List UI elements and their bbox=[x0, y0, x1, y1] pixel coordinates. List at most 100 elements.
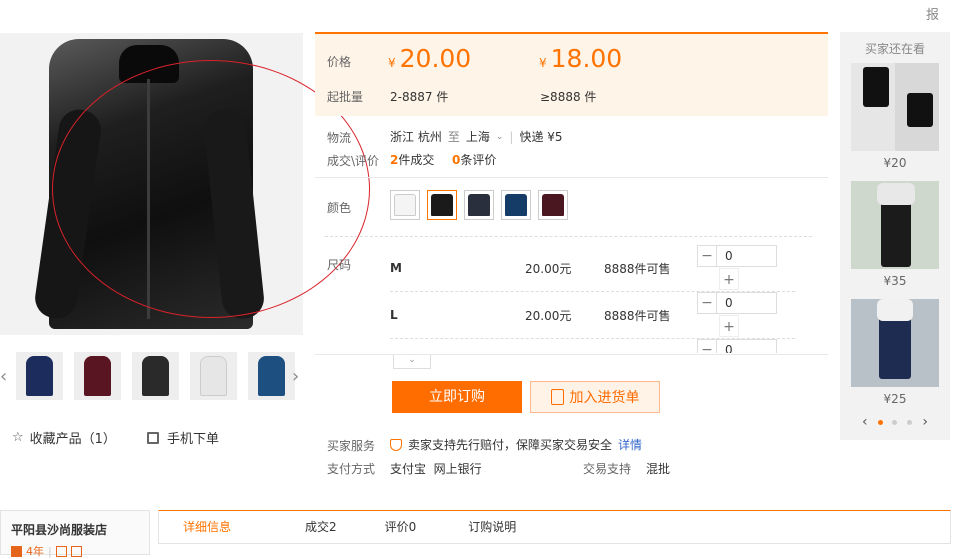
service-info: 卖家支持先行赔付，保障买家交易安全 详情 bbox=[390, 436, 642, 453]
thumbnail-5[interactable] bbox=[248, 352, 295, 400]
sku-stock: 8888件可售 bbox=[604, 261, 671, 276]
add-to-cart-label: 加入进货单 bbox=[569, 390, 640, 406]
expand-toggle[interactable]: ⌄ bbox=[393, 355, 431, 369]
color-swatch-blue[interactable] bbox=[501, 190, 531, 220]
rail-title: 买家还在看 bbox=[864, 42, 925, 56]
divider-line bbox=[315, 354, 828, 355]
thumb-next-icon[interactable]: › bbox=[292, 366, 299, 387]
thumbnail-4[interactable] bbox=[190, 352, 237, 400]
shorts-photo bbox=[863, 67, 889, 107]
quantity-stepper: − bbox=[697, 292, 777, 314]
payment-methods: 支付宝 网上银行 bbox=[390, 462, 482, 476]
star-icon: ☆ bbox=[12, 430, 24, 445]
shipping-fee: 快递 ¥5 bbox=[519, 130, 563, 144]
recommend-price: ¥20 bbox=[883, 156, 907, 170]
swatch-fill bbox=[394, 194, 416, 216]
tab-reviews[interactable]: 评价0 bbox=[377, 511, 455, 543]
divider: | bbox=[48, 544, 52, 558]
add-to-cart-button[interactable]: 加入进货单 bbox=[530, 381, 660, 413]
shirt-photo bbox=[877, 299, 913, 321]
chevron-left-icon[interactable]: ‹ bbox=[862, 414, 868, 430]
recommend-price: ¥35 bbox=[883, 274, 907, 288]
jeans-photo bbox=[879, 317, 911, 379]
pants-photo bbox=[881, 201, 911, 267]
plus-button[interactable]: + bbox=[719, 268, 739, 290]
buy-now-button[interactable]: 立即订购 bbox=[392, 381, 522, 413]
page-dot[interactable] bbox=[892, 419, 898, 425]
recommend-item-3[interactable] bbox=[851, 299, 939, 387]
quantity-stepper: − bbox=[697, 339, 777, 353]
swatch-fill bbox=[468, 194, 490, 216]
sku-size: L bbox=[390, 308, 398, 322]
mobile-order-label: 手机下单 bbox=[167, 432, 220, 447]
destination-label: 上海 bbox=[465, 130, 490, 144]
thumb-shirt bbox=[258, 356, 285, 396]
thumb-prev-icon[interactable]: ‹ bbox=[0, 366, 7, 387]
service-text: 卖家支持先行赔付，保障买家交易安全 bbox=[408, 438, 613, 452]
thumb-shirt bbox=[200, 356, 227, 396]
thumb-shirt bbox=[84, 356, 111, 396]
detail-tabs: 详细信息 成交2 评价0 订购说明 bbox=[158, 510, 951, 544]
tab-order-info[interactable]: 订购说明 bbox=[454, 511, 540, 543]
quantity-input[interactable] bbox=[717, 245, 777, 267]
shop-years: 4年 bbox=[26, 545, 44, 558]
rail-pager: ‹ › bbox=[862, 414, 928, 430]
divider: | bbox=[509, 129, 514, 144]
quantity-input[interactable] bbox=[717, 339, 777, 353]
deal-suffix: 件成交 bbox=[398, 153, 435, 167]
favorite-button[interactable]: ☆ 收藏产品（1） bbox=[12, 428, 116, 447]
trade-support-value: 混批 bbox=[646, 462, 671, 476]
quantity-input[interactable] bbox=[717, 292, 777, 314]
shop-card: 平阳县沙尚服装店 4年 | bbox=[0, 510, 150, 558]
chevron-down-icon: ⌄ bbox=[408, 355, 416, 365]
minus-button[interactable]: − bbox=[697, 245, 717, 267]
service-details-link[interactable]: 详情 bbox=[618, 436, 642, 453]
chevron-down-icon: ⌄ bbox=[495, 131, 504, 142]
recommend-item-1[interactable] bbox=[851, 63, 939, 151]
review-suffix: 条评价 bbox=[460, 153, 497, 167]
shop-name[interactable]: 平阳县沙尚服装店 bbox=[11, 521, 107, 538]
thumbnail-1[interactable] bbox=[16, 352, 63, 400]
thumb-shirt bbox=[142, 356, 169, 396]
thumbnail-3[interactable] bbox=[132, 352, 179, 400]
color-swatch-wine[interactable] bbox=[538, 190, 568, 220]
mobile-order-button[interactable]: 手机下单 bbox=[147, 428, 219, 447]
yen-symbol: ¥ bbox=[388, 56, 396, 70]
color-label: 颜色 bbox=[327, 201, 352, 215]
quantity-stepper: − bbox=[697, 245, 777, 267]
divider-line bbox=[315, 177, 828, 178]
color-swatch-black[interactable] bbox=[427, 190, 457, 220]
color-swatch-white[interactable] bbox=[390, 190, 420, 220]
swatch-fill bbox=[431, 194, 453, 216]
moq-label: 起批量 bbox=[327, 90, 364, 104]
price-value: 20.00 bbox=[399, 44, 472, 73]
recommend-item-2[interactable] bbox=[851, 181, 939, 269]
swatch-fill bbox=[505, 194, 527, 216]
qrcode-icon bbox=[147, 431, 159, 444]
shield-icon bbox=[390, 438, 402, 451]
sku-stock: 8888件可售 bbox=[604, 308, 671, 323]
yen-symbol: ¥ bbox=[539, 56, 547, 70]
tab-transactions[interactable]: 成交2 bbox=[255, 511, 377, 543]
favorite-label: 收藏产品（1） bbox=[29, 432, 116, 447]
divider-line bbox=[325, 236, 812, 237]
plus-button[interactable]: + bbox=[719, 315, 739, 337]
thumbnail-2[interactable] bbox=[74, 352, 121, 400]
color-swatch-navy[interactable] bbox=[464, 190, 494, 220]
minus-button[interactable]: − bbox=[697, 292, 717, 314]
moq-tier-1: 2-8887 件 bbox=[390, 90, 449, 104]
report-link[interactable]: 报 bbox=[926, 4, 939, 23]
page-dot-active[interactable] bbox=[877, 419, 883, 425]
destination-select[interactable]: 上海 ⌄ bbox=[466, 128, 504, 145]
deals-info: 2件成交 0条评价 bbox=[390, 151, 496, 168]
price-value: 18.00 bbox=[550, 44, 623, 73]
logistics-label: 物流 bbox=[327, 131, 352, 145]
minus-button[interactable]: − bbox=[697, 339, 717, 353]
page-dot[interactable] bbox=[907, 419, 913, 425]
tab-details[interactable]: 详细信息 bbox=[159, 511, 255, 543]
clipboard-icon bbox=[550, 389, 564, 405]
moq-tier-2: ≥8888 件 bbox=[540, 90, 597, 104]
chevron-right-icon[interactable]: › bbox=[922, 414, 928, 430]
thumb-shirt bbox=[26, 356, 53, 396]
sku-price: 20.00元 bbox=[525, 261, 572, 276]
